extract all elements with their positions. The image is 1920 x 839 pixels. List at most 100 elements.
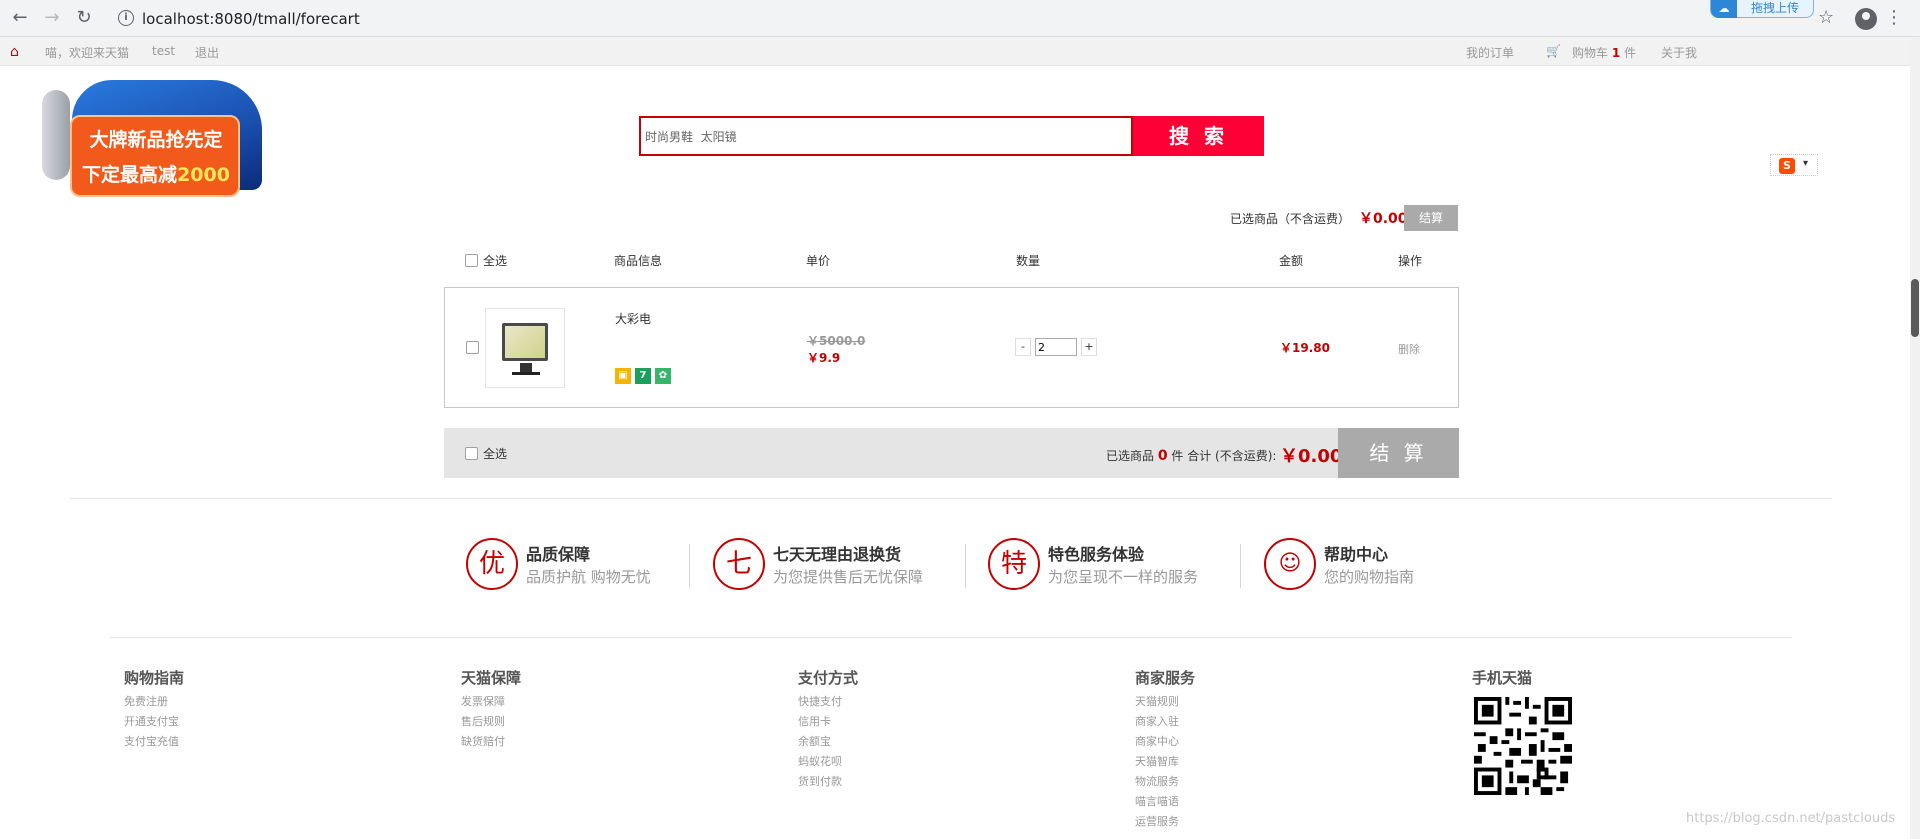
- increase-quantity-button[interactable]: +: [1081, 338, 1097, 356]
- footer-link[interactable]: 快捷支付: [798, 692, 858, 712]
- banner-tag: 大牌新品抢先定 下定最高减2000: [70, 115, 240, 197]
- footer-link[interactable]: 缺货赔付: [461, 732, 521, 752]
- back-icon[interactable]: ←: [8, 6, 32, 30]
- footer-link[interactable]: 天猫智库: [1135, 752, 1195, 772]
- scrollbar[interactable]: [1910, 37, 1920, 839]
- quantity-input[interactable]: [1035, 338, 1077, 356]
- item-checkbox[interactable]: [466, 341, 479, 354]
- address-bar[interactable]: i localhost:8080/tmall/forecart: [108, 4, 1808, 33]
- input-method-widget[interactable]: S ▾: [1770, 154, 1818, 176]
- footer-heading: 商家服务: [1135, 669, 1196, 687]
- footer-heading: 支付方式: [798, 669, 859, 687]
- footer-col-tmall-guarantee: 天猫保障 发票保障 售后规则 缺货赔付: [461, 667, 521, 752]
- footer-link[interactable]: 运营服务: [1135, 812, 1195, 832]
- footer-summary: 已选商品 0 件 合计 (不含运费):: [1106, 447, 1276, 464]
- footer-link[interactable]: 蚂蚁花呗: [798, 752, 858, 772]
- footer-col-shopping-guide: 购物指南 免费注册 开通支付宝 支付宝充值: [124, 667, 184, 752]
- promo-banner[interactable]: 大牌新品抢先定 下定最高减2000: [42, 70, 268, 198]
- decrease-quantity-button[interactable]: -: [1015, 338, 1031, 356]
- footer-link[interactable]: 商家入驻: [1135, 712, 1195, 732]
- banner-line2-prefix: 下定最高减: [82, 164, 178, 186]
- search-button[interactable]: 搜 索: [1133, 116, 1264, 156]
- reload-icon[interactable]: ↻: [72, 6, 96, 30]
- cloud-icon: ☁: [1711, 0, 1737, 18]
- forward-icon[interactable]: →: [40, 6, 64, 30]
- header-action: 操作: [1398, 254, 1423, 268]
- settle-button[interactable]: 结 算: [1338, 428, 1459, 478]
- footer-col-merchant: 商家服务 天猫规则 商家入驻 商家中心 天猫智库 物流服务 喵言喵语 运营服务: [1135, 667, 1195, 832]
- select-all-checkbox-bottom[interactable]: [465, 447, 478, 460]
- selected-summary-label: 已选商品（不含运费）: [1230, 212, 1351, 226]
- header-product-info: 商品信息: [614, 254, 663, 268]
- footer-link[interactable]: 余额宝: [798, 732, 858, 752]
- delete-item-link[interactable]: 删除: [1398, 341, 1420, 357]
- settle-button-small[interactable]: 结算: [1404, 205, 1458, 231]
- site-top-bar: ⌂ 喵，欢迎来天猫 test 退出 我的订单 🛒 购物车 1 件 关于我: [0, 37, 1910, 66]
- csdn-watermark: https://blog.csdn.net/pastclouds: [1686, 811, 1896, 826]
- search-input[interactable]: [641, 118, 1131, 154]
- service-separator: [965, 544, 966, 588]
- divider: [110, 637, 1792, 638]
- footer-link[interactable]: 信用卡: [798, 712, 858, 732]
- header-unit-price: 单价: [806, 254, 831, 268]
- footer-summary-prefix: 已选商品: [1106, 449, 1155, 463]
- select-all-checkbox-top[interactable]: [465, 254, 478, 267]
- footer-link[interactable]: 支付宝充值: [124, 732, 184, 752]
- banner-line2: 下定最高减2000: [76, 160, 236, 187]
- username-link[interactable]: test: [152, 44, 175, 58]
- seven-day-icon: 7: [635, 368, 651, 384]
- product-name[interactable]: 大彩电: [615, 310, 651, 327]
- header-select-all: 全选: [483, 254, 508, 268]
- cart-count: 1: [1611, 46, 1621, 60]
- service-subtitle: 品质护航 购物无忧: [526, 568, 651, 586]
- selected-summary-price: ￥0.00: [1359, 211, 1408, 227]
- footer-link[interactable]: 天猫规则: [1135, 692, 1195, 712]
- service-title: 品质保障: [526, 545, 591, 564]
- scrollbar-thumb[interactable]: [1911, 279, 1919, 337]
- credit-card-icon: ▣: [615, 368, 631, 384]
- home-icon[interactable]: ⌂: [10, 44, 19, 60]
- cart-footer-bar: 全选 已选商品 0 件 合计 (不含运费): ￥0.00 结 算: [444, 428, 1459, 478]
- service-separator: [1240, 544, 1241, 588]
- footer-link[interactable]: 发票保障: [461, 692, 521, 712]
- sogou-icon: S: [1779, 158, 1795, 174]
- guarantee-icon: ✿: [655, 368, 671, 384]
- profile-avatar-icon[interactable]: [1855, 8, 1877, 30]
- menu-icon[interactable]: ⋮: [1885, 8, 1903, 28]
- promo-price: ￥9.9: [807, 351, 841, 365]
- footer-link[interactable]: 货到付款: [798, 772, 858, 792]
- footer-link[interactable]: 喵言喵语: [1135, 792, 1195, 812]
- banner-product-image: [42, 90, 70, 180]
- help-face-icon: ☺: [1264, 538, 1316, 590]
- footer-selected-count: 0: [1157, 448, 1168, 464]
- banner-line1: 大牌新品抢先定: [89, 129, 223, 151]
- site-info-icon[interactable]: i: [118, 10, 134, 26]
- footer-link[interactable]: 物流服务: [1135, 772, 1195, 792]
- footer-link[interactable]: 商家中心: [1135, 732, 1195, 752]
- original-price: ￥5000.0: [807, 334, 866, 348]
- url-text[interactable]: localhost:8080/tmall/forecart: [142, 10, 360, 28]
- footer-link[interactable]: 免费注册: [124, 692, 184, 712]
- qr-code-image: [1474, 697, 1572, 795]
- logout-link[interactable]: 退出: [195, 44, 219, 61]
- seven-icon: 七: [713, 538, 765, 590]
- divider: [70, 498, 1832, 499]
- tv-base: [512, 372, 540, 375]
- upload-extension[interactable]: ☁ 拖拽上传: [1710, 0, 1814, 18]
- bookmark-star-icon[interactable]: ☆: [1818, 8, 1834, 28]
- service-subtitle: 为您提供售后无忧保障: [773, 568, 924, 586]
- product-thumbnail[interactable]: [485, 308, 565, 388]
- cart-icon[interactable]: 🛒: [1546, 44, 1561, 58]
- footer-link[interactable]: 售后规则: [461, 712, 521, 732]
- footer-heading: 手机天猫: [1472, 669, 1533, 687]
- footer-heading: 天猫保障: [461, 669, 522, 687]
- header-amount: 金额: [1279, 254, 1304, 268]
- footer-link[interactable]: 开通支付宝: [124, 712, 184, 732]
- footer-col-payment: 支付方式 快捷支付 信用卡 余额宝 蚂蚁花呗 货到付款: [798, 667, 858, 792]
- about-link[interactable]: 关于我: [1661, 44, 1697, 61]
- special-icon: 特: [988, 538, 1040, 590]
- banner-line2-amount: 2000: [177, 164, 230, 186]
- cart-link[interactable]: 购物车 1 件: [1572, 44, 1636, 61]
- cart-link-suffix: 件: [1624, 46, 1637, 60]
- my-orders-link[interactable]: 我的订单: [1466, 44, 1514, 61]
